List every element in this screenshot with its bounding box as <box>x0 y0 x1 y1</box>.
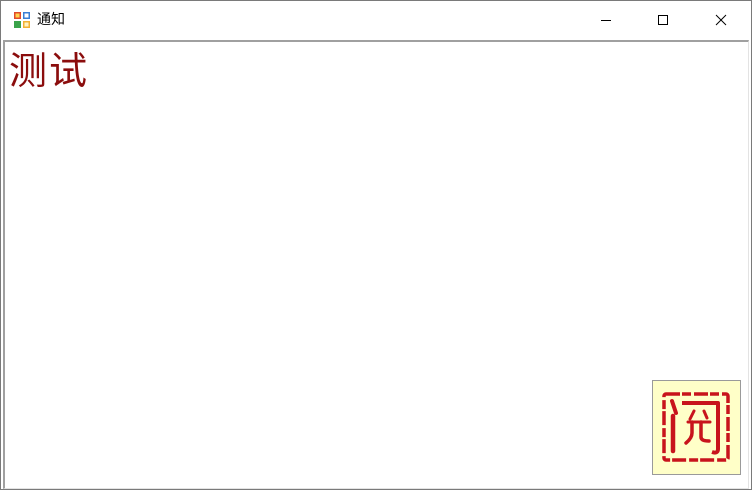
read-stamp-seal <box>662 392 730 462</box>
message-area: 测试 <box>3 40 749 489</box>
title-bar[interactable]: 通知 <box>1 1 751 39</box>
window-title: 通知 <box>37 12 65 28</box>
read-stamp[interactable] <box>652 380 741 475</box>
minimize-button[interactable] <box>583 1 629 39</box>
minimize-icon <box>601 20 611 21</box>
notification-window: 通知 测试 <box>0 0 752 490</box>
message-text: 测试 <box>9 49 90 93</box>
maximize-icon <box>658 15 668 25</box>
maximize-button[interactable] <box>640 1 686 39</box>
close-icon <box>715 14 727 26</box>
close-button[interactable] <box>698 1 744 39</box>
app-icon <box>14 12 30 28</box>
